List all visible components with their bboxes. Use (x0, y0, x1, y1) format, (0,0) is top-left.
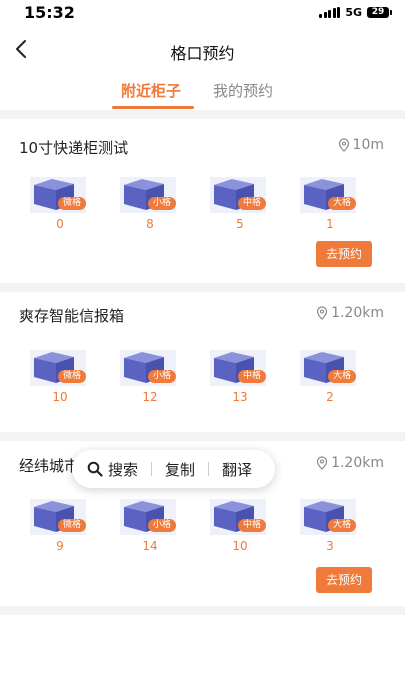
size-badge: 微格 (58, 197, 87, 210)
size-badge: 大格 (328, 519, 357, 532)
reserve-button[interactable]: 去预约 (316, 241, 372, 267)
menu-separator (208, 462, 210, 476)
tab-my-reservations[interactable]: 我的预约 (213, 80, 273, 101)
size-badge: 大格 (328, 370, 357, 383)
cabinet-name: 经纬城市 (19, 457, 80, 475)
size-badge: 大格 (328, 197, 357, 210)
slot-count: 10 (232, 539, 248, 553)
cabinet-name: 10寸快递柜测试 (19, 139, 129, 157)
status-time: 15:32 (24, 3, 75, 22)
location-pin-icon (316, 456, 328, 470)
slot-count: 12 (142, 390, 158, 404)
slot-medium[interactable]: 中格 5 (210, 177, 270, 237)
cabinet-distance: 1.20km (316, 455, 384, 471)
status-indicators: 5G 29 (319, 6, 392, 19)
search-icon (87, 461, 103, 477)
slot-medium[interactable]: 中格 10 (210, 499, 270, 559)
location-pin-icon (316, 306, 328, 320)
slot-large[interactable]: 大格 2 (300, 350, 360, 410)
slot-count: 0 (56, 217, 64, 231)
slot-medium[interactable]: 中格 13 (210, 350, 270, 410)
section-divider (0, 606, 405, 615)
section-divider (0, 283, 405, 292)
search-menu-item[interactable]: 搜索 (108, 459, 138, 480)
section-divider (0, 110, 405, 119)
slot-count: 8 (146, 217, 154, 231)
network-type: 5G (345, 6, 362, 19)
size-badge: 中格 (238, 370, 267, 383)
translate-menu-item[interactable]: 翻译 (222, 459, 252, 480)
slot-count: 13 (232, 390, 248, 404)
slot-count: 2 (326, 390, 334, 404)
cabinet-card[interactable]: 10寸快递柜测试 10m 微格 0 小格 8 中格 5 大格 1 去预约 (0, 119, 405, 283)
nav-bar: 格口预约 (0, 30, 405, 70)
section-divider (0, 432, 405, 441)
page-title: 格口预约 (170, 44, 235, 63)
size-badge: 微格 (58, 370, 87, 383)
text-selection-menu: 搜索 复制 翻译 (72, 450, 275, 488)
size-badge: 中格 (238, 519, 267, 532)
menu-separator (151, 462, 153, 476)
tab-bar: 附近柜子 我的预约 (0, 74, 405, 110)
slot-count: 9 (56, 539, 64, 553)
slot-count: 14 (142, 539, 158, 553)
status-bar: 15:32 5G 29 (0, 0, 405, 26)
cabinet-distance: 10m (338, 137, 384, 153)
cabinet-distance: 1.20km (316, 305, 384, 321)
slot-large[interactable]: 大格 3 (300, 499, 360, 559)
slot-small[interactable]: 小格 14 (120, 499, 180, 559)
size-badge: 小格 (148, 519, 177, 532)
distance-value: 1.20km (331, 455, 384, 471)
distance-value: 1.20km (331, 305, 384, 321)
slot-small[interactable]: 小格 8 (120, 177, 180, 237)
cabinet-card[interactable]: 爽存智能信报箱 1.20km 微格 10 小格 12 中格 13 大格 2 (0, 292, 405, 432)
size-badge: 微格 (58, 519, 87, 532)
distance-value: 10m (352, 137, 384, 153)
tab-nearby-cabinets[interactable]: 附近柜子 (121, 80, 181, 101)
location-pin-icon (338, 138, 349, 152)
size-badge: 中格 (238, 197, 267, 210)
slot-count: 3 (326, 539, 334, 553)
slot-small[interactable]: 小格 12 (120, 350, 180, 410)
slot-micro[interactable]: 微格 0 (30, 177, 90, 237)
copy-menu-item[interactable]: 复制 (165, 459, 195, 480)
slot-count: 5 (236, 217, 244, 231)
size-badge: 小格 (148, 370, 177, 383)
slot-count: 10 (52, 390, 68, 404)
slot-micro[interactable]: 微格 10 (30, 350, 90, 410)
size-badge: 小格 (148, 197, 177, 210)
battery-icon: 29 (367, 7, 392, 18)
cabinet-name: 爽存智能信报箱 (19, 307, 125, 325)
active-tab-indicator (112, 106, 194, 109)
signal-icon (319, 7, 341, 18)
reserve-button[interactable]: 去预约 (316, 567, 372, 593)
slot-micro[interactable]: 微格 9 (30, 499, 90, 559)
slot-count: 1 (326, 217, 334, 231)
slot-large[interactable]: 大格 1 (300, 177, 360, 237)
